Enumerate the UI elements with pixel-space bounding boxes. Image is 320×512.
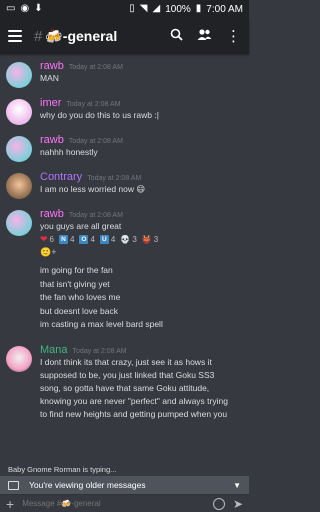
- ogre-icon: 👹: [141, 235, 152, 244]
- message-text: the fan who loves me: [40, 292, 121, 302]
- more-options-icon[interactable]: ⋮: [226, 29, 241, 44]
- message-text: im going for the fan: [40, 265, 113, 275]
- clock: 7:00 AM: [206, 3, 243, 15]
- reaction-count: 4: [70, 235, 75, 244]
- message: Contrary Today at 2:08 AM I am no less w…: [0, 171, 249, 199]
- message: Mana Today at 2:08 AM I dont think its t…: [0, 344, 249, 421]
- username[interactable]: rawb: [40, 134, 64, 146]
- add-attachment-icon[interactable]: +: [6, 497, 14, 511]
- battery-icon: ▮: [195, 3, 202, 14]
- status-bar: ▭ ◉ ⬇ ▯ ◥ ◢ 100% ▮ 7:00 AM: [0, 0, 249, 18]
- reaction-n[interactable]: N4: [59, 235, 74, 244]
- letter-o-icon: O: [79, 235, 89, 244]
- username[interactable]: Contrary: [40, 171, 82, 183]
- channel-name: 🍻-general: [45, 27, 118, 44]
- message-list[interactable]: rawb Today at 2:08 AM MAN imer Today at …: [0, 54, 249, 464]
- reaction-heart[interactable]: ❤ 6: [40, 234, 54, 245]
- reactions-row: ❤ 6 N4 O4 U4 💀 3 👹 3: [40, 232, 243, 247]
- username[interactable]: Mana: [40, 344, 68, 356]
- message-text: im casting a max level bard spell: [40, 319, 163, 329]
- signal-icon: ◢: [152, 3, 161, 14]
- message-text: nahhh honestly: [40, 147, 98, 157]
- menu-icon[interactable]: [8, 30, 22, 42]
- reaction-count: 4: [110, 235, 116, 244]
- message: rawb Today at 2:08 AM MAN: [0, 60, 249, 88]
- reaction-count: 6: [49, 235, 54, 244]
- battery-percent: 100%: [165, 3, 191, 15]
- message-text: but doesnt love back: [40, 305, 118, 316]
- sms-icon: ▭: [6, 3, 16, 14]
- message-text: supposed to be, you just linked that Gok…: [40, 369, 215, 380]
- vibrate-icon: ▯: [129, 3, 135, 14]
- skull-icon: 💀: [120, 235, 131, 244]
- message-composer: + ➤: [0, 494, 249, 512]
- followup-messages: im going for the fan that isn't giving y…: [40, 264, 243, 332]
- avatar[interactable]: [6, 345, 32, 372]
- reaction-count: 4: [90, 235, 95, 244]
- emoji-picker-icon[interactable]: [212, 497, 225, 510]
- timestamp: Today at 2:08 AM: [87, 175, 142, 182]
- reaction-skull[interactable]: 💀 3: [120, 235, 136, 244]
- timestamp: Today at 2:08 AM: [66, 101, 121, 108]
- search-icon[interactable]: [170, 28, 183, 44]
- avatar[interactable]: [6, 210, 32, 236]
- heart-icon: ❤: [40, 234, 48, 244]
- avatar[interactable]: [6, 99, 32, 125]
- message-text: I am no less worried now 😄: [40, 184, 146, 194]
- message-text: MAN: [40, 73, 59, 83]
- avatar[interactable]: [6, 62, 32, 88]
- status-left: ▭ ◉ ⬇: [6, 4, 43, 14]
- timestamp: Today at 2:08 AM: [68, 212, 123, 219]
- reaction-count: 3: [132, 235, 137, 244]
- timestamp: Today at 2:08 AM: [72, 347, 127, 355]
- status-right: ▯ ◥ ◢ 100% ▮ 7:00 AM: [129, 4, 243, 15]
- message-text: that isn't giving yet: [40, 278, 110, 289]
- message-history-icon: [8, 480, 19, 490]
- username[interactable]: rawb: [40, 208, 64, 220]
- reaction-ogre[interactable]: 👹 3: [142, 235, 158, 244]
- reaction-count: 3: [153, 235, 159, 244]
- channel-header: # 🍻-general ⋮: [0, 18, 249, 54]
- typing-indicator: Baby Gnome Rorman is typing...: [0, 464, 249, 476]
- message-input[interactable]: [22, 499, 205, 508]
- letter-n-icon: N: [59, 235, 68, 244]
- members-icon[interactable]: [197, 28, 212, 44]
- message-text: I dont think its that crazy, just see it…: [40, 356, 212, 367]
- reaction-u[interactable]: U4: [99, 235, 116, 244]
- wifi-icon: ◥: [139, 3, 148, 14]
- message: rawb Today at 2:08 AM you guys are all g…: [0, 208, 249, 332]
- message-text: to find new heights and getting pumped w…: [40, 408, 228, 419]
- avatar[interactable]: [6, 136, 32, 162]
- username[interactable]: imer: [40, 97, 61, 109]
- discord-notification-icon: ◉: [20, 3, 30, 14]
- older-messages-banner[interactable]: You're viewing older messages ▼: [0, 476, 249, 494]
- timestamp: Today at 2:08 AM: [68, 138, 123, 145]
- channel-hash-icon: #: [34, 27, 43, 45]
- message-text: why do you do this to us rawb :|: [40, 110, 159, 120]
- message-text: you guys are all great: [40, 221, 122, 231]
- message-text: knowing you are never "perfect" and alwa…: [40, 395, 228, 406]
- message-text: song, so gotta have that same Goku attit…: [40, 382, 210, 393]
- message: rawb Today at 2:08 AM nahhh honestly: [0, 134, 249, 162]
- letter-u-icon: U: [99, 235, 109, 244]
- add-reaction-button[interactable]: 🙂+: [40, 247, 243, 258]
- download-icon: ⬇: [34, 3, 43, 14]
- timestamp: Today at 2:08 AM: [68, 64, 123, 71]
- message: imer Today at 2:08 AM why do you do this…: [0, 97, 249, 125]
- reaction-o[interactable]: O4: [79, 235, 95, 244]
- older-messages-text: You're viewing older messages: [29, 480, 146, 490]
- avatar[interactable]: [6, 173, 32, 199]
- username[interactable]: rawb: [40, 60, 64, 72]
- send-icon[interactable]: ➤: [233, 498, 243, 510]
- chevron-down-icon[interactable]: ▼: [233, 481, 241, 490]
